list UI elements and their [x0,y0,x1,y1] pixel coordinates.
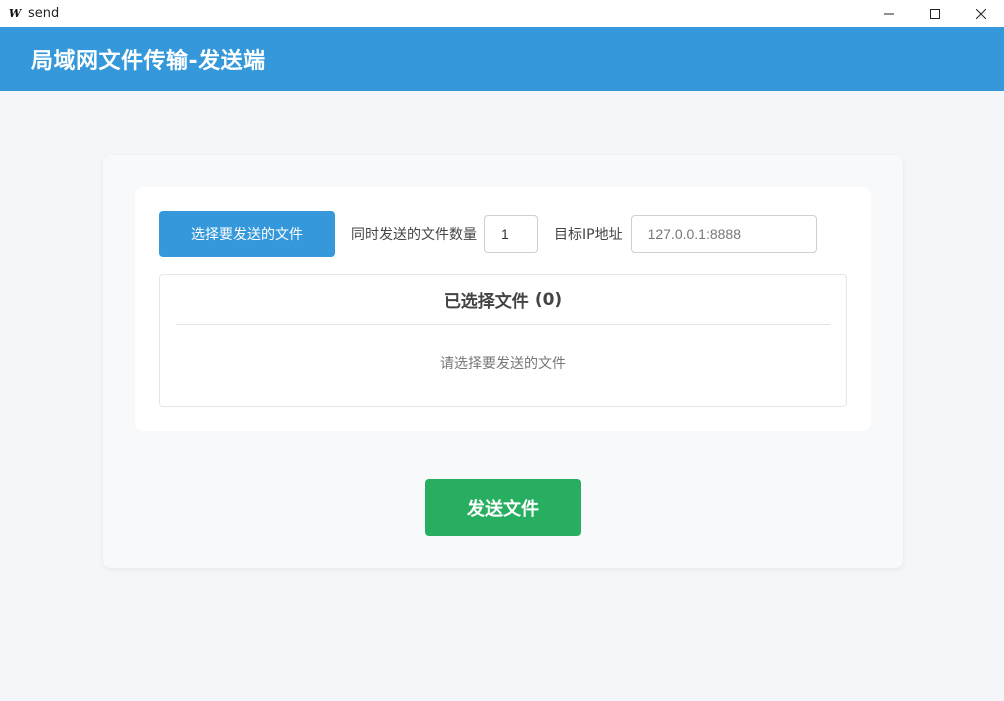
close-button[interactable] [958,0,1004,27]
choose-files-button[interactable]: 选择要发送的文件 [159,211,335,257]
close-icon [976,8,986,19]
minimize-button[interactable] [866,0,912,27]
empty-files-hint: 请选择要发送的文件 [440,356,566,372]
maximize-icon [930,8,940,19]
page-title: 局域网文件传输-发送端 [31,49,266,74]
send-files-button[interactable]: 发送文件 [425,479,581,536]
selected-files-count: (0) [534,289,563,310]
app-header: 局域网文件传输-发送端 [0,27,1004,91]
maximize-button[interactable] [912,0,958,27]
target-ip-label: 目标IP地址 [554,227,623,243]
concurrent-count-label: 同时发送的文件数量 [351,227,477,243]
selected-files-heading: 已选择文件 (0) [176,275,830,325]
app-icon: W [8,7,22,20]
window-controls [866,0,1004,27]
window-titlebar: W send [0,0,1004,27]
selected-files-title: 已选择文件 [443,292,529,312]
main-card: 选择要发送的文件 同时发送的文件数量 目标IP地址 已选择文件 (0) 请选择要… [103,155,903,568]
minimize-icon [884,13,894,14]
selected-files-box: 已选择文件 (0) 请选择要发送的文件 [159,274,847,407]
settings-panel: 选择要发送的文件 同时发送的文件数量 目标IP地址 已选择文件 (0) 请选择要… [135,187,871,431]
concurrent-count-input[interactable] [484,215,538,253]
target-ip-input[interactable] [630,215,817,253]
window-title: send [28,6,60,21]
controls-row: 选择要发送的文件 同时发送的文件数量 目标IP地址 [159,211,847,257]
